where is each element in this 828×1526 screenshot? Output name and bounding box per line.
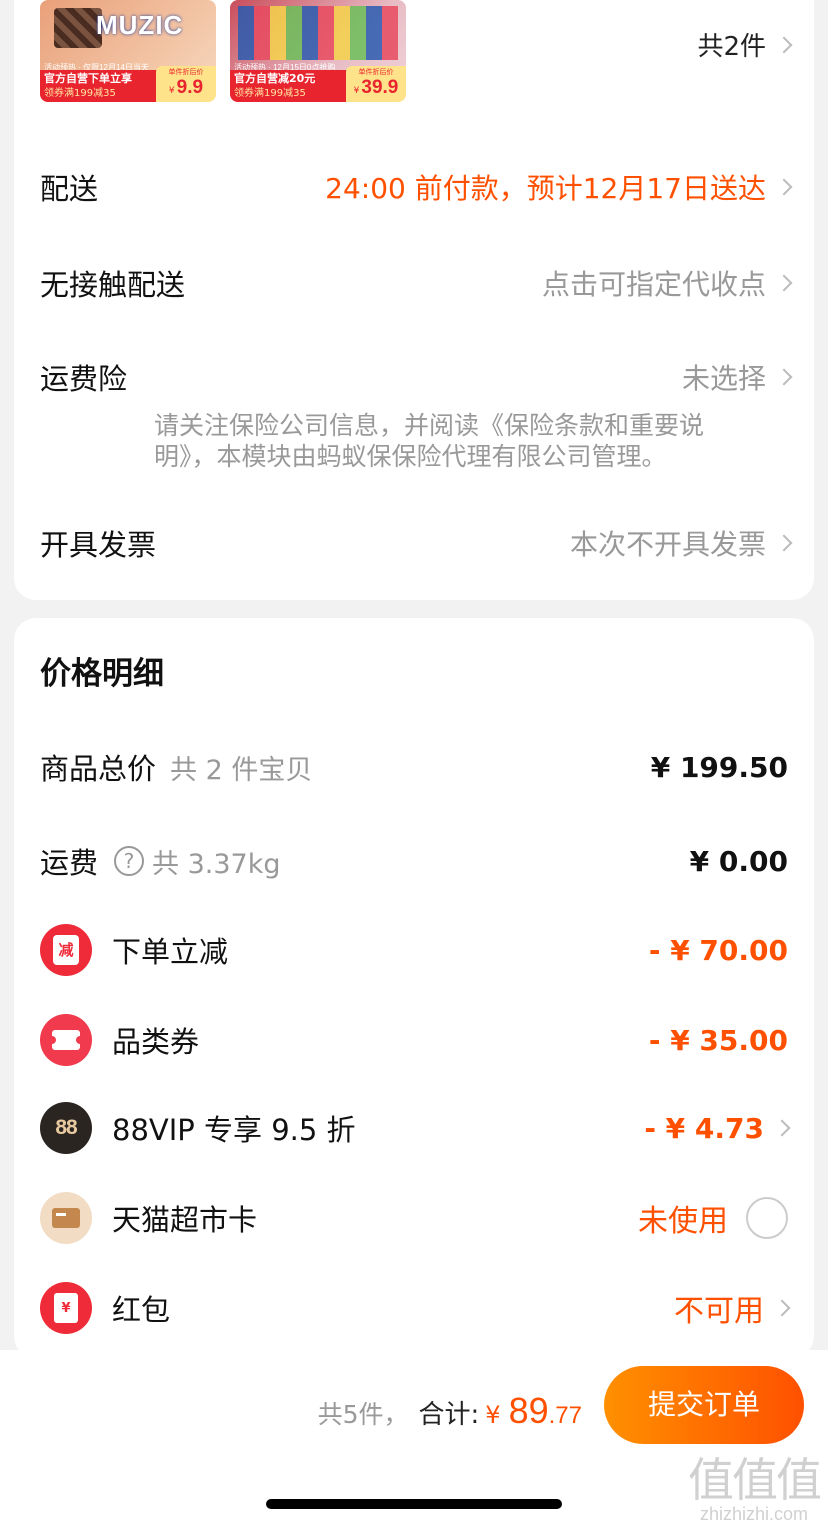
- delivery-label: 配送: [40, 172, 99, 206]
- insurance-disclaimer: 请关注保险公司信息，并阅读《保险条款和重要说明》，本模块由蚂蚁保保险代理有限公司…: [154, 411, 705, 471]
- freight-insurance-text: 未选择: [681, 362, 766, 395]
- product-brand: MUZIC: [96, 10, 184, 40]
- price-box-label: 单件折后价: [168, 68, 204, 76]
- freight-insurance-label: 运费险: [40, 362, 128, 396]
- goods-total-sub: 共 2 件宝贝: [170, 754, 313, 786]
- total-item-count: 共5件，: [317, 1400, 409, 1429]
- freight-insurance-value: 未选择: [681, 357, 793, 397]
- category-coupon-row: 品类券 - ¥ 35.00: [40, 1014, 788, 1066]
- contactless-value: 点击可指定代收点: [541, 263, 793, 303]
- promo-ribbon-text: 官方自营下单立享: [44, 72, 132, 85]
- shipping-label: 运费: [40, 846, 99, 880]
- chevron-right-icon: [775, 178, 793, 196]
- product-thumbnail[interactable]: 活动预热 · 12月15日0点抢购 官方自营减20元 领券满199减35 单件折…: [230, 0, 406, 102]
- goods-total-row: 商品总价 共 2 件宝贝 ¥ 199.50: [40, 746, 788, 788]
- order-info-card: MUZIC 活动预热 · 仅限12月14日当天 官方自营下单立享 领券满199减…: [14, 0, 814, 600]
- promo-ribbon: 官方自营下单立享 领券满199减35: [40, 70, 158, 102]
- section-title: 价格明细: [40, 656, 164, 692]
- invoice-text: 本次不开具发票: [569, 528, 766, 561]
- watermark-logo: 值值值: [688, 1453, 822, 1507]
- chevron-right-icon: [775, 368, 793, 386]
- chevron-right-icon: [773, 1299, 791, 1317]
- submit-order-button[interactable]: 提交订单: [604, 1366, 804, 1444]
- price-currency: ¥: [168, 86, 175, 96]
- supermarket-card-radio[interactable]: [746, 1197, 788, 1239]
- red-packet-icon: ¥: [40, 1282, 92, 1334]
- home-indicator[interactable]: [266, 1499, 562, 1509]
- total-decimal: .77: [548, 1402, 582, 1429]
- watermark: 值值值 zhizhizhi.com: [688, 1444, 822, 1525]
- shipping-row: 运费 ? 共 3.37kg ¥ 0.00: [40, 840, 788, 882]
- vip-88-icon: 88: [40, 1102, 92, 1154]
- item-count-link[interactable]: 共2件: [697, 26, 793, 63]
- vip-discount-label: 88VIP 专享 9.5 折: [112, 1113, 356, 1147]
- red-packet-label: 红包: [112, 1293, 171, 1327]
- category-coupon-label: 品类券: [112, 1025, 200, 1059]
- chevron-right-icon: [775, 36, 793, 53]
- freight-insurance-row[interactable]: 运费险 未选择: [40, 356, 793, 398]
- product-thumbnails[interactable]: MUZIC 活动预热 · 仅限12月14日当天 官方自营下单立享 领券满199减…: [40, 0, 406, 102]
- card-icon: [40, 1192, 92, 1244]
- invoice-label: 开具发票: [40, 528, 157, 562]
- red-packet-status: 不可用: [674, 1286, 791, 1330]
- promo-ribbon: 官方自营减20元 领券满199减35: [230, 70, 348, 102]
- chevron-right-icon: [775, 534, 793, 552]
- instant-discount-value: - ¥ 70.00: [648, 933, 788, 967]
- price-box-label: 单件折后价: [358, 68, 394, 76]
- red-packet-row[interactable]: ¥ 红包 不可用: [40, 1282, 791, 1334]
- goods-total-value: ¥ 199.50: [650, 750, 788, 784]
- red-packet-value: 不可用: [674, 1294, 764, 1329]
- promo-ribbon-sub: 领券满199减35: [44, 88, 116, 99]
- delivery-value: 24:00 前付款，预计12月17日送达: [325, 167, 793, 207]
- vip-discount-row[interactable]: 88 88VIP 专享 9.5 折 - ¥ 4.73: [40, 1102, 791, 1154]
- price-currency: ¥: [353, 86, 360, 96]
- product-price-box: 单件折后价 ¥9.9: [156, 66, 216, 102]
- invoice-row[interactable]: 开具发票 本次不开具发票: [40, 522, 793, 564]
- supermarket-card-value: 未使用: [638, 1204, 728, 1239]
- watermark-url: zhizhizhi.com: [699, 1504, 809, 1524]
- question-icon[interactable]: ?: [114, 846, 145, 876]
- instant-discount-label: 下单立减: [112, 935, 229, 969]
- product-thumbnail[interactable]: MUZIC 活动预热 · 仅限12月14日当天 官方自营下单立享 领券满199减…: [40, 0, 216, 102]
- category-coupon-value: - ¥ 35.00: [648, 1023, 788, 1057]
- promo-ribbon-sub: 领券满199减35: [234, 88, 306, 99]
- delivery-row[interactable]: 配送 24:00 前付款，预计12月17日送达: [40, 166, 793, 208]
- chevron-right-icon: [775, 274, 793, 292]
- discount-icon: 减: [40, 924, 92, 976]
- total-integer: 89: [508, 1390, 549, 1431]
- shipping-value: ¥ 0.00: [689, 844, 788, 878]
- order-total: 共5件， 合计: ¥ 89.77: [318, 1390, 582, 1432]
- goods-total-label: 商品总价: [40, 752, 157, 786]
- chevron-right-icon: [773, 1119, 791, 1137]
- product-price: 39.9: [361, 77, 399, 98]
- instant-discount-row: 减 下单立减 - ¥ 70.00: [40, 924, 788, 976]
- item-count: 共2件: [697, 32, 766, 62]
- product-price-box: 单件折后价 ¥39.9: [346, 66, 406, 102]
- vip-icon-text: 88: [55, 1116, 77, 1139]
- discount-icon-text: 减: [53, 935, 79, 965]
- delivery-text: 24:00 前付款，预计12月17日送达: [325, 172, 766, 205]
- red-packet-icon-text: ¥: [54, 1293, 78, 1323]
- product-image: [54, 8, 102, 48]
- product-image: [238, 6, 398, 60]
- vip-discount-value: - ¥ 4.73: [644, 1111, 791, 1145]
- total-currency: ¥: [485, 1401, 501, 1429]
- shipping-weight: 共 3.37kg: [152, 848, 281, 880]
- coupon-icon: [40, 1014, 92, 1066]
- promo-ribbon-text: 官方自营减20元: [234, 72, 316, 85]
- price-detail-card: 价格明细 商品总价 共 2 件宝贝 ¥ 199.50 运费 ? 共 3.37kg…: [14, 618, 814, 1358]
- contactless-row[interactable]: 无接触配送 点击可指定代收点: [40, 262, 793, 304]
- contactless-text: 点击可指定代收点: [541, 268, 766, 301]
- invoice-value: 本次不开具发票: [569, 523, 793, 563]
- supermarket-card-status: 未使用: [638, 1196, 788, 1240]
- contactless-label: 无接触配送: [40, 268, 186, 302]
- supermarket-card-row[interactable]: 天猫超市卡 未使用: [40, 1192, 788, 1244]
- total-label: 合计:: [418, 1400, 480, 1430]
- product-price: 9.9: [176, 77, 204, 98]
- supermarket-card-label: 天猫超市卡: [112, 1203, 258, 1237]
- vip-discount-amount: - ¥ 4.73: [644, 1111, 764, 1145]
